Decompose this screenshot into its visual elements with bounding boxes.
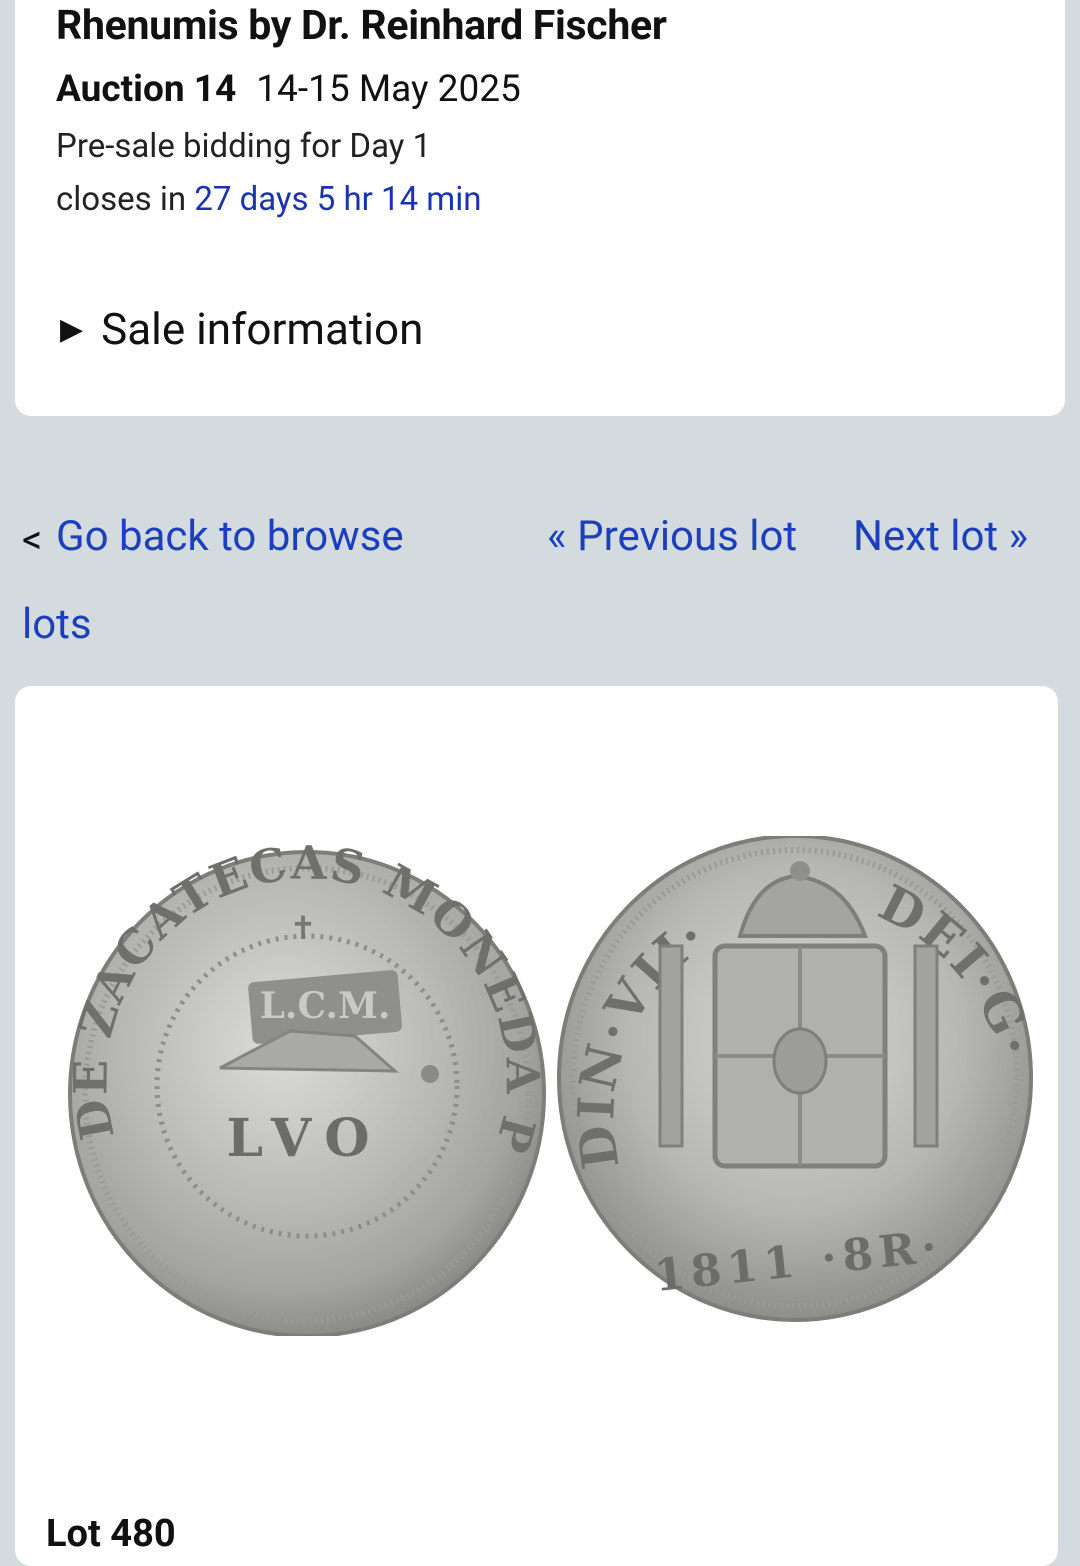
lot-title: Lot 480 bbox=[46, 1512, 176, 1556]
svg-text:✝: ✝ bbox=[290, 909, 317, 947]
coin-reverse: DIN·VII· DEI·G· 1811 ·8R· bbox=[557, 836, 1043, 1322]
lot-card: DE ZACATECAS MONEDA PROVISIONAL L.C.M. ✝… bbox=[15, 686, 1058, 1566]
auction-line: Auction 14 14-15 May 2025 bbox=[56, 68, 521, 111]
next-lot-link[interactable]: Next lot » bbox=[853, 512, 1028, 561]
closes-prefix: closes in bbox=[56, 180, 187, 219]
sale-information-label: Sale information bbox=[101, 303, 424, 355]
svg-text:LVO: LVO bbox=[226, 1108, 383, 1169]
auction-house-title: Rhenumis by Dr. Reinhard Fischer bbox=[56, 2, 667, 50]
auction-dates: 14-15 May 2025 bbox=[256, 68, 521, 111]
coin-obverse: DE ZACATECAS MONEDA PROVISIONAL L.C.M. ✝… bbox=[55, 836, 548, 1336]
auction-number: Auction 14 bbox=[56, 68, 237, 111]
countdown: 27 days 5 hr 14 min bbox=[194, 180, 482, 219]
back-to-browse-link-continued[interactable]: lots bbox=[22, 600, 92, 649]
previous-lot-link[interactable]: « Previous lot bbox=[547, 512, 797, 561]
triangle-right-icon: ▶ bbox=[60, 311, 84, 347]
svg-text:L.C.M.: L.C.M. bbox=[260, 985, 391, 1027]
back-chevron-icon: < bbox=[22, 516, 43, 563]
sale-information-toggle[interactable]: ▶ Sale information bbox=[60, 303, 423, 355]
coin-image[interactable]: DE ZACATECAS MONEDA PROVISIONAL L.C.M. ✝… bbox=[55, 836, 1045, 1336]
closing-time: closes in 27 days 5 hr 14 min bbox=[56, 180, 481, 219]
back-to-browse-link[interactable]: Go back to browse bbox=[56, 512, 404, 561]
presale-text: Pre-sale bidding for Day 1 bbox=[56, 127, 432, 166]
